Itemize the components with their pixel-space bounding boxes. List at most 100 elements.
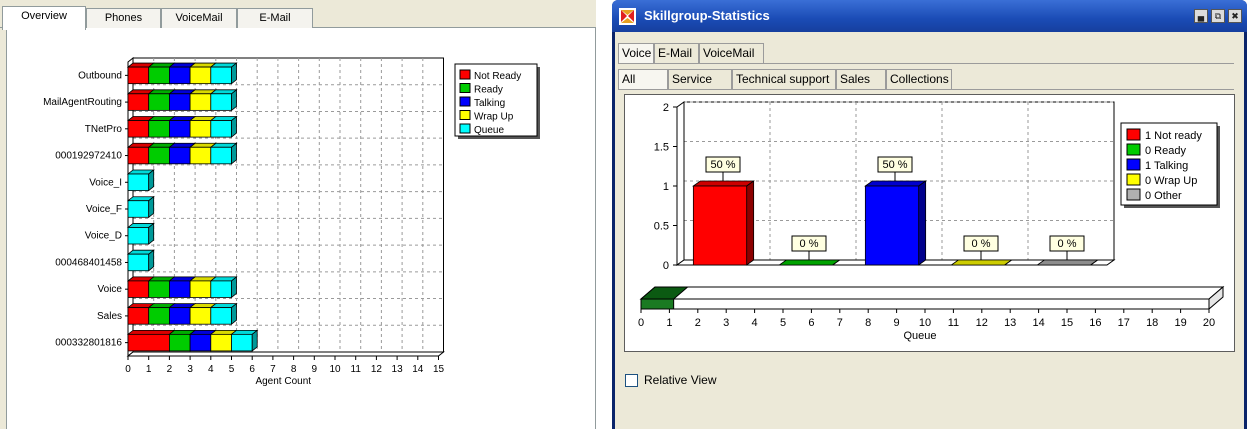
column [692, 185, 748, 266]
bar-segment [168, 93, 191, 111]
tab-email[interactable]: E-Mail [237, 8, 313, 29]
queue-bar [640, 298, 675, 310]
bar-segment [127, 93, 150, 111]
bar-segment [148, 120, 170, 138]
legend-label: Queue [474, 125, 504, 136]
x-tick-label: 4 [208, 364, 214, 375]
legend-swatch [1126, 143, 1141, 156]
bar-segment [168, 307, 191, 325]
column-top [864, 180, 927, 187]
legend-swatch [1126, 188, 1141, 201]
legend-swatch [459, 69, 471, 80]
x-tick-label: 3 [187, 364, 193, 375]
bar-segment-side [231, 142, 237, 165]
bar-segment [127, 280, 150, 298]
tab-overview[interactable]: Overview [2, 6, 86, 30]
bar-segment-side [148, 169, 155, 192]
bar-segment [189, 307, 212, 325]
legend-label: 0 Other [1145, 190, 1182, 202]
bar-segment [189, 120, 212, 138]
legend-label: Wrap Up [474, 112, 514, 123]
bar-segment-side [231, 88, 237, 112]
queue-tick-label: 14 [1032, 317, 1044, 329]
legend-swatch [1126, 158, 1141, 171]
agent-count-chart-area: 0 1 2 3 4 5 6 7 8 9 10 11 12 13 14 15 Agent Count Outboun… [6, 28, 596, 429]
queue-tick-label: 5 [780, 317, 786, 329]
title-bar[interactable]: Skillgroup-Statistics ▄ ⧉ ✖ [612, 0, 1247, 32]
legend-swatch [459, 123, 471, 134]
tab-all[interactable]: All [618, 69, 668, 89]
legend-label: 1 Not ready [1145, 130, 1202, 142]
bar-segment [127, 307, 150, 325]
bar-segment [148, 66, 170, 85]
tab-channel-email[interactable]: E-Mail [654, 43, 699, 63]
x-tick-label: 1 [146, 364, 152, 375]
legend-swatch [459, 83, 471, 93]
tab-sales[interactable]: Sales [836, 69, 886, 89]
legend-swatch [1126, 128, 1141, 141]
x-tick-label: 0 [125, 364, 131, 375]
bar-segment [168, 120, 191, 138]
legend-label: 0 Ready [1145, 145, 1186, 157]
tab-collections[interactable]: Collections [886, 69, 952, 89]
relative-view-checkbox[interactable] [625, 374, 638, 387]
bar-segment [127, 173, 150, 191]
x-tick-label: 13 [392, 364, 404, 375]
bar-segment-top [126, 329, 176, 335]
bar-segment [168, 280, 191, 298]
left-tabstrip: Overview Phones VoiceMail E-Mail [0, 0, 596, 30]
tab-phones[interactable]: Phones [86, 8, 161, 29]
legend-swatch [1126, 173, 1141, 186]
bar-segment [127, 120, 150, 138]
data-label: 50 % [882, 159, 907, 171]
tab-voice[interactable]: Voice [618, 43, 654, 63]
category-label: Voice_D [85, 231, 122, 242]
queue-tick-label: 19 [1174, 317, 1186, 329]
channel-tab-baseline [618, 63, 1234, 64]
close-icon[interactable]: ✖ [1228, 9, 1242, 23]
column-top [1036, 259, 1099, 266]
minimize-icon[interactable]: ▄ [1194, 9, 1208, 23]
x-tick-label: 9 [312, 364, 318, 375]
restore-icon[interactable]: ⧉ [1211, 9, 1225, 23]
panel-divider [596, 0, 612, 429]
agent-count-chart: 0 1 2 3 4 5 6 7 8 9 10 11 12 13 14 15Agent CountOutboun… [43, 56, 540, 387]
category-label: Voice_I [89, 177, 122, 188]
queue-axis-label: Queue [903, 330, 936, 342]
tab-service[interactable]: Service [668, 69, 732, 89]
relative-view-label: Relative View [644, 373, 717, 387]
window-body: Voice E-Mail VoiceMail All Service Techn… [615, 32, 1244, 429]
bar-segment [148, 280, 170, 298]
bar-segment [148, 93, 170, 111]
queue-tick-label: 7 [837, 317, 843, 329]
y-tick-label: 0.5 [654, 221, 669, 233]
bar-segment [210, 93, 232, 111]
tab-channel-voicemail[interactable]: VoiceMail [699, 43, 764, 63]
bar-segment-side [231, 115, 237, 138]
tab-technical-support[interactable]: Technical support [732, 69, 836, 89]
data-label: 50 % [710, 159, 735, 171]
bar-segment [127, 146, 150, 165]
bar-segment [210, 280, 232, 298]
bar-segment [210, 66, 232, 85]
queue-tick-label: 17 [1118, 317, 1130, 329]
x-tick-label: 8 [291, 364, 297, 375]
data-label: 0 % [800, 238, 819, 250]
category-label: MailAgentRouting [43, 97, 122, 108]
queue-tick-label: 15 [1061, 317, 1073, 329]
y-tick-label: 1.5 [654, 142, 669, 154]
agent-status-chart: 0 0.5 1 1.5 2 50 % 0 % 50 % 0 % 0 % 1 Not ready 0 R… [638, 101, 1225, 342]
bar-segment [127, 227, 150, 245]
legend-swatch [459, 110, 471, 120]
legend-swatch [459, 96, 471, 107]
legend-label: Talking [474, 98, 505, 109]
tab-voicemail[interactable]: VoiceMail [161, 8, 237, 29]
bar-segment [210, 120, 232, 138]
category-label: 000192972410 [55, 151, 122, 162]
overview-panel: Overview Phones VoiceMail E-Mail 0123456… [0, 0, 596, 429]
app-icon [619, 8, 636, 25]
window-title: Skillgroup-Statistics [644, 8, 770, 23]
y-tick-label: 1 [663, 181, 669, 193]
x-tick-label: 5 [229, 364, 235, 375]
bar-segment-side [251, 329, 258, 352]
